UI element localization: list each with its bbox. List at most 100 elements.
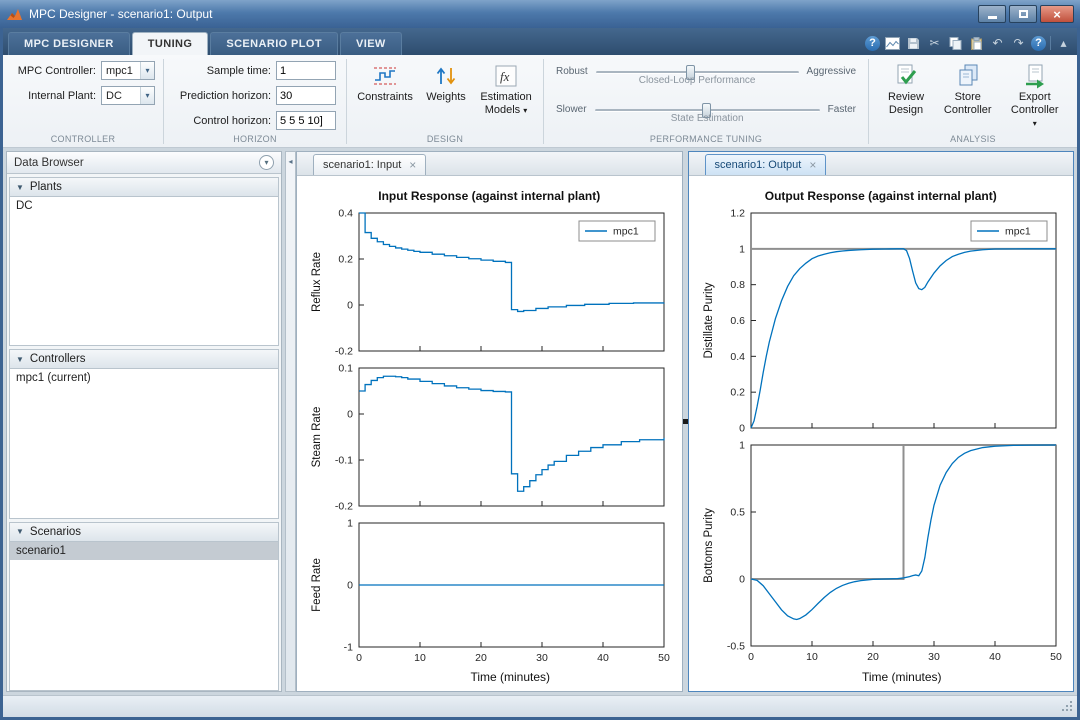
section-title: Plants xyxy=(30,181,62,193)
internal-plant-dropdown[interactable]: DC ▾ xyxy=(101,86,155,105)
collapse-panel-strip[interactable]: ◂ xyxy=(285,151,296,692)
ribbon-tabstrip: MPC DESIGNER TUNING SCENARIO PLOT VIEW ?… xyxy=(3,28,1077,55)
output-response-figure: Output Response (against internal plant)… xyxy=(689,176,1074,691)
tab-mpc-designer[interactable]: MPC DESIGNER xyxy=(8,32,130,55)
subplot: -0.500.5101020304050Bottoms Purity xyxy=(695,440,1070,666)
list-item-controller[interactable]: mpc1 (current) xyxy=(10,369,278,387)
tab-scenario1-output[interactable]: scenario1: Output × xyxy=(705,154,827,175)
review-design-button[interactable]: Review Design xyxy=(878,61,934,119)
close-icon[interactable]: × xyxy=(409,159,416,171)
minimize-button[interactable] xyxy=(978,5,1006,23)
section-analysis: Review Design Store Controller Export Co… xyxy=(869,55,1077,147)
store-controller-button[interactable]: Store Controller xyxy=(938,61,997,119)
state-estimation-slider[interactable]: State Estimation xyxy=(595,100,820,128)
tab-label: scenario1: Input xyxy=(323,159,401,171)
scenarios-list: scenario1 xyxy=(9,542,279,691)
svg-text:1.2: 1.2 xyxy=(730,208,745,220)
save-icon[interactable] xyxy=(905,35,922,51)
plants-section: ▼ Plants DC xyxy=(9,177,279,346)
slider-left-label: Slower xyxy=(556,100,587,120)
cut-icon[interactable]: ✂ xyxy=(926,35,943,51)
close-icon[interactable]: × xyxy=(809,159,816,171)
list-item-scenario[interactable]: scenario1 xyxy=(10,542,278,560)
subplot: -0.200.20.4Reflux Ratempc1 xyxy=(303,208,678,357)
chevron-down-icon: ▾ xyxy=(1033,119,1037,128)
section-label-design: DESIGN xyxy=(347,132,543,147)
closed-loop-performance-slider[interactable]: Closed-Loop Performance xyxy=(596,62,799,90)
slider-right-label: Aggressive xyxy=(807,62,856,82)
main-area: Data Browser ▾ ▼ Plants DC ▼ Controller xyxy=(3,148,1077,695)
figure-plots: 00.20.40.60.811.2Distillate Puritympc1-0… xyxy=(693,208,1070,667)
resize-grip[interactable] xyxy=(1061,700,1074,713)
svg-text:0: 0 xyxy=(739,574,745,586)
plants-section-header[interactable]: ▼ Plants xyxy=(9,177,279,197)
help-doc-icon[interactable]: ? xyxy=(1031,36,1046,51)
input-response-panel: scenario1: Input × Input Response (again… xyxy=(296,151,683,692)
toolbar-separator xyxy=(1050,36,1051,50)
svg-text:10: 10 xyxy=(414,652,426,664)
data-browser-menu-button[interactable]: ▾ xyxy=(259,155,274,170)
subplot: -0.2-0.100.1Steam Rate xyxy=(303,363,678,512)
undo-icon[interactable]: ↶ xyxy=(989,35,1006,51)
control-horizon-input[interactable] xyxy=(276,111,336,130)
output-response-panel: scenario1: Output × Output Response (aga… xyxy=(688,151,1075,692)
section-title: Scenarios xyxy=(30,526,81,538)
svg-text:40: 40 xyxy=(597,652,609,664)
copy-icon[interactable] xyxy=(947,35,964,51)
screenshot-icon[interactable] xyxy=(884,35,901,51)
svg-text:Reflux Rate: Reflux Rate xyxy=(311,252,323,312)
svg-text:0.6: 0.6 xyxy=(730,315,745,327)
button-label: Review xyxy=(888,91,924,104)
button-label: Constraints xyxy=(357,91,413,104)
list-item-plant[interactable]: DC xyxy=(10,197,278,215)
slider-track[interactable] xyxy=(596,71,799,74)
mpc-controller-dropdown[interactable]: mpc1 ▾ xyxy=(101,61,155,80)
section-design: Constraints Weights fx Estimation Models… xyxy=(347,55,543,147)
button-label: Design xyxy=(889,104,923,117)
prediction-horizon-input[interactable] xyxy=(276,86,336,105)
svg-text:fx: fx xyxy=(500,69,510,84)
store-controller-icon xyxy=(955,63,981,89)
tab-view[interactable]: VIEW xyxy=(340,32,402,55)
sample-time-input[interactable] xyxy=(276,61,336,80)
scenarios-section-header[interactable]: ▼ Scenarios xyxy=(9,522,279,542)
weights-button[interactable]: Weights xyxy=(418,61,474,106)
svg-text:0.2: 0.2 xyxy=(730,387,745,399)
svg-text:Steam Rate: Steam Rate xyxy=(311,407,323,468)
maximize-button[interactable] xyxy=(1009,5,1037,23)
data-browser-panel: Data Browser ▾ ▼ Plants DC ▼ Controller xyxy=(6,151,282,692)
svg-text:20: 20 xyxy=(475,652,487,664)
chevron-down-icon: ▾ xyxy=(140,87,154,104)
constraints-button[interactable]: Constraints xyxy=(356,61,414,106)
tab-tuning[interactable]: TUNING xyxy=(132,32,209,55)
section-label-controller: CONTROLLER xyxy=(3,132,163,147)
tab-label: scenario1: Output xyxy=(715,159,802,171)
svg-text:mpc1: mpc1 xyxy=(613,226,639,238)
svg-text:20: 20 xyxy=(867,651,879,663)
tab-scenario1-input[interactable]: scenario1: Input × xyxy=(313,154,426,175)
sample-time-label: Sample time: xyxy=(173,65,271,77)
subplot: -10101020304050Feed Rate xyxy=(303,518,678,667)
window-title: MPC Designer - scenario1: Output xyxy=(29,7,212,21)
close-icon: × xyxy=(1053,7,1061,22)
redo-icon[interactable]: ↷ xyxy=(1010,35,1027,51)
svg-text:30: 30 xyxy=(928,651,940,663)
svg-text:0: 0 xyxy=(748,651,754,663)
slider-center-label: State Estimation xyxy=(595,113,820,124)
estimation-models-button[interactable]: fx Estimation Models ▾ xyxy=(478,61,534,119)
paste-icon[interactable] xyxy=(968,35,985,51)
export-controller-button[interactable]: Export Controller ▾ xyxy=(1001,61,1068,132)
collapse-toolstrip-icon[interactable]: ▴ xyxy=(1055,35,1072,51)
controllers-section-header[interactable]: ▼ Controllers xyxy=(9,349,279,369)
toolstrip: MPC Controller: mpc1 ▾ Internal Plant: D… xyxy=(3,55,1077,148)
subplot: 00.20.40.60.811.2Distillate Puritympc1 xyxy=(695,208,1070,434)
collapse-triangle-icon: ▼ xyxy=(16,355,24,364)
tab-scenario-plot[interactable]: SCENARIO PLOT xyxy=(210,32,338,55)
section-label-analysis: ANALYSIS xyxy=(869,132,1077,147)
close-button[interactable]: × xyxy=(1040,5,1074,23)
slider-left-label: Robust xyxy=(556,62,588,82)
mpc-controller-label: MPC Controller: xyxy=(12,65,96,77)
help-icon[interactable]: ? xyxy=(865,36,880,51)
svg-text:-0.2: -0.2 xyxy=(335,346,353,358)
svg-text:-0.1: -0.1 xyxy=(335,455,353,467)
